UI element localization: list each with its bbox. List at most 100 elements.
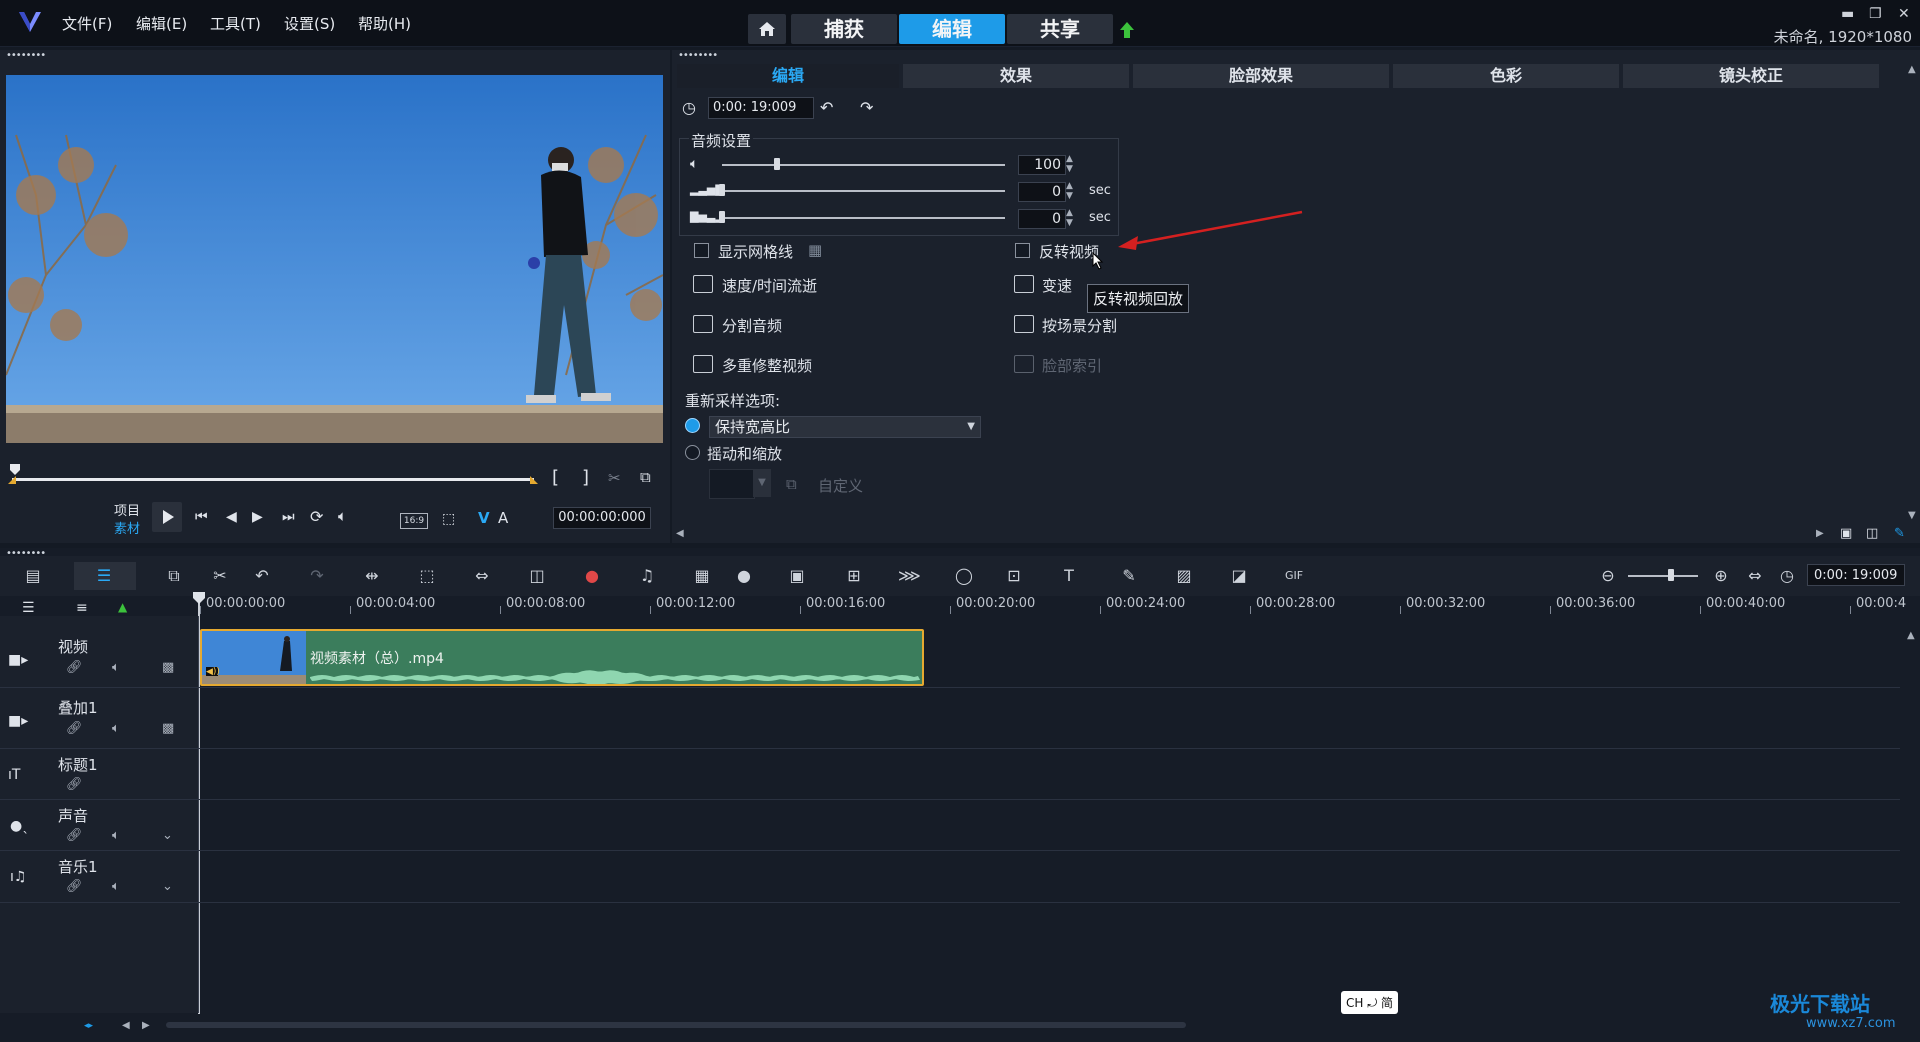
chapter-icon[interactable]: ≡ [76, 600, 88, 616]
rotate-right-icon[interactable]: ↷ [860, 98, 873, 117]
panel-grip[interactable]: •••••••• [678, 50, 718, 61]
audio-toggle[interactable]: A [498, 509, 508, 527]
zoom-out-icon[interactable]: ⊖ [1597, 566, 1619, 586]
mosaic-icon[interactable]: ▩ [162, 660, 174, 675]
color-grading-icon[interactable]: ◪ [1228, 566, 1250, 586]
scissors-icon[interactable]: ✂ [608, 469, 621, 487]
split-audio-button[interactable]: 分割音频 [722, 315, 782, 336]
motion-tracking-icon[interactable]: ⋙ [898, 566, 921, 586]
play-button[interactable] [152, 502, 182, 532]
volume-spinner[interactable]: ▲ ▼ [1066, 154, 1073, 174]
timeline-scrollbar[interactable] [166, 1022, 1186, 1028]
link-icon[interactable]: 🔗︎ [66, 828, 83, 843]
tab-capture[interactable]: 捕获 [791, 14, 897, 44]
timecode-field[interactable]: 00:00:00:000 [553, 507, 651, 529]
resample-select[interactable]: 保持宽高比 ▼ [709, 416, 981, 438]
mask-icon[interactable]: ◯ [953, 566, 975, 586]
aspect-ratio-button[interactable]: 16:9 [400, 513, 428, 529]
reverse-video-checkbox[interactable] [1015, 243, 1030, 258]
subtab-face-effect[interactable]: 脸部效果 [1133, 64, 1389, 88]
duration-field[interactable]: 0:00: 19:009 [708, 97, 814, 119]
ime-indicator[interactable]: CH ⤾ 简 [1341, 991, 1399, 1014]
subtab-color[interactable]: 色彩 [1393, 64, 1619, 88]
cam-icon[interactable]: ▨ [1173, 566, 1195, 586]
mute-icon[interactable]: 🔈︎ [112, 660, 120, 675]
scroll-up-icon[interactable]: ▲ [1908, 64, 1916, 75]
menu-edit[interactable]: 编辑(E) [136, 13, 187, 34]
color-icon[interactable]: ● [581, 566, 603, 586]
fit-icon[interactable]: ⇹ [361, 566, 383, 586]
link-icon[interactable]: 🔗︎ [66, 777, 83, 792]
record-screen-icon[interactable]: ⬚ [416, 566, 438, 586]
pan-zoom-radio[interactable] [685, 445, 700, 460]
volume-icon[interactable]: 🔈︎ [338, 507, 347, 525]
show-grid-label[interactable]: 显示网格线 [718, 241, 793, 262]
resample-radio-keep-ratio[interactable] [685, 418, 700, 433]
close-icon[interactable]: ✕ [1898, 6, 1910, 22]
mute-icon[interactable]: 🔈︎ [112, 879, 120, 894]
gif-icon[interactable]: GIF [1283, 566, 1305, 586]
tab-share[interactable]: 共享 [1007, 14, 1113, 44]
link-icon[interactable]: 🔗︎ [66, 879, 83, 894]
tab-edit[interactable]: 编辑 [899, 14, 1005, 44]
next-frame-icon[interactable]: ▶ [252, 509, 263, 525]
rotate-left-icon[interactable]: ↶ [820, 98, 833, 117]
edit-icon[interactable]: ✎ [1894, 526, 1905, 541]
timeline-view-icon[interactable]: ☰ [93, 566, 115, 586]
3d-title-icon[interactable]: T [1058, 566, 1080, 586]
trim-icon[interactable]: ◫ [526, 566, 548, 586]
menu-tools[interactable]: 工具(T) [210, 13, 261, 34]
clip-mode-label[interactable]: 素材 [114, 518, 140, 537]
fade-out-spinner[interactable]: ▲ ▼ [1066, 208, 1073, 228]
subtab-effect[interactable]: 效果 [903, 64, 1129, 88]
link-icon[interactable]: 🔗︎ [66, 721, 83, 736]
audio-mixer-icon[interactable]: ♫ [636, 566, 658, 586]
track-manager-icon[interactable]: ☰ [22, 600, 35, 616]
fade-out-slider-thumb[interactable] [719, 211, 725, 223]
expand-chevron-icon[interactable]: ⌄ [162, 879, 173, 894]
home-button[interactable] [748, 14, 786, 44]
menu-file[interactable]: 文件(F) [62, 13, 112, 34]
repeat-icon[interactable]: ⟳ [310, 507, 323, 526]
reverse-video-label[interactable]: 反转视频 [1039, 241, 1099, 262]
auto-music-icon[interactable]: ▦ [691, 566, 713, 586]
fade-in-spinner[interactable]: ▲ ▼ [1066, 181, 1073, 201]
show-grid-checkbox[interactable] [694, 243, 709, 258]
volume-slider-thumb[interactable] [774, 158, 780, 170]
undo-icon[interactable]: ↶ [251, 566, 273, 586]
scroll-right-icon[interactable]: ▶ [1816, 528, 1824, 539]
mute-icon[interactable]: 🔈︎ [112, 828, 120, 843]
minimize-icon[interactable]: ▬ [1841, 6, 1854, 22]
multi-trim-button[interactable]: 多重修整视频 [722, 355, 812, 376]
link-icon[interactable]: 🔗︎ [66, 660, 83, 675]
split-screen-icon[interactable]: ⊞ [843, 566, 865, 586]
panel-grip[interactable]: •••••••• [6, 50, 46, 61]
timeline-ruler[interactable] [198, 594, 1898, 614]
mark-out-button[interactable]: ] [582, 467, 589, 488]
upload-arrow-icon[interactable] [1119, 21, 1135, 39]
layout-icon-2[interactable]: ◫ [1866, 526, 1878, 541]
variable-speed-button[interactable]: 变速 [1042, 275, 1072, 296]
tools-icon[interactable]: ✂ [209, 566, 231, 586]
zoom-slider-thumb[interactable] [1668, 569, 1674, 581]
zoom-slider[interactable] [1628, 575, 1698, 577]
subtitle-icon[interactable]: ▣ [786, 566, 808, 586]
pan-zoom-label[interactable]: 摇动和缩放 [707, 443, 782, 464]
go-to-end-icon[interactable]: ⏭ [282, 509, 295, 525]
subtab-lens-correction[interactable]: 镜头校正 [1623, 64, 1879, 88]
motion-icon[interactable]: ● [733, 566, 755, 586]
split-by-scene-button[interactable]: 按场景分割 [1042, 315, 1117, 336]
expand-chevron-icon[interactable]: ⌄ [162, 828, 173, 843]
paint-icon[interactable]: ✎ [1118, 566, 1140, 586]
fade-in-slider[interactable] [722, 190, 1005, 192]
video-toggle[interactable]: V [478, 509, 490, 527]
fade-out-input[interactable]: 0 [1018, 209, 1066, 229]
go-to-start-icon[interactable]: ⏮ [195, 509, 208, 525]
scroll-left-icon[interactable]: ◀ [676, 528, 684, 539]
track-height-icon[interactable]: ◂▸ [84, 1021, 93, 1031]
layout-icon-1[interactable]: ▣ [1840, 526, 1852, 541]
speed-time-button[interactable]: 速度/时间流逝 [722, 275, 817, 296]
menu-settings[interactable]: 设置(S) [284, 13, 335, 34]
scroll-down-icon[interactable]: ▼ [1908, 510, 1916, 521]
smart-proxy-icon[interactable]: ⊡ [1003, 566, 1025, 586]
